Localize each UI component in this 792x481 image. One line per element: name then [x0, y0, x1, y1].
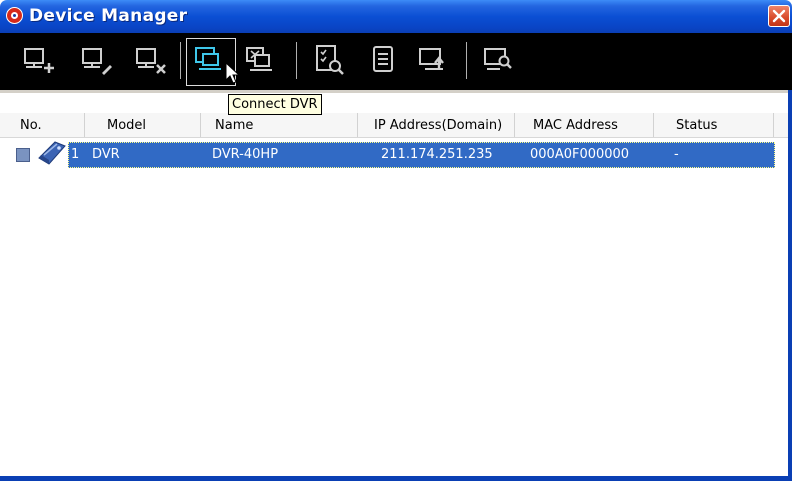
close-button[interactable] [768, 5, 790, 27]
edit-device-icon [82, 48, 112, 75]
connect-dvr-tooltip: Connect DVR [228, 94, 322, 115]
row-ip-address: 211.174.251.235 [381, 147, 493, 162]
toolbar-separator [466, 42, 467, 79]
row-status: - [674, 147, 679, 162]
row-mac-address: 000A0F000000 [530, 147, 630, 162]
table-row[interactable]: 1 DVR DVR-40HP 211.174.251.235 000A0F000… [68, 142, 775, 168]
row-model: DVR [92, 147, 120, 162]
window-bottom-border [0, 476, 792, 481]
disconnect-dvr-button[interactable] [244, 43, 278, 77]
column-header-model[interactable]: Model [85, 113, 201, 137]
upload-device-icon [419, 48, 444, 70]
add-device-icon [24, 48, 54, 73]
window-right-border [788, 90, 792, 481]
row-name: DVR-40HP [212, 147, 279, 162]
find-device-button[interactable] [482, 43, 516, 77]
column-header-name[interactable]: Name [201, 113, 358, 137]
app-logo-icon[interactable] [6, 7, 23, 24]
disconnect-dvr-icon [246, 47, 272, 71]
device-list-search-icon [316, 45, 344, 75]
toolbar-bottom-band [0, 90, 792, 93]
delete-device-button[interactable] [134, 43, 168, 77]
device-list-header: No. Model Name IP Address(Domain) MAC Ad… [0, 113, 792, 138]
document-button[interactable] [368, 43, 402, 77]
edit-device-button[interactable] [80, 43, 114, 77]
add-device-button[interactable] [22, 43, 56, 77]
toolbar [0, 33, 792, 90]
column-header-mac[interactable]: MAC Address [515, 113, 654, 137]
toolbar-separator [296, 42, 297, 79]
row-checkbox[interactable] [16, 148, 30, 162]
column-header-status[interactable]: Status [654, 113, 774, 137]
dvr-device-icon [38, 141, 66, 165]
mouse-cursor-icon [225, 62, 241, 84]
toolbar-separator [180, 42, 181, 79]
find-device-icon [484, 48, 512, 70]
column-header-no[interactable]: No. [0, 113, 85, 137]
document-icon [373, 46, 393, 72]
delete-device-icon [136, 48, 166, 74]
column-header-ip[interactable]: IP Address(Domain) [358, 113, 515, 137]
title-bar[interactable]: Device Manager [0, 0, 792, 33]
device-list-search-button[interactable] [313, 43, 347, 77]
close-icon [772, 9, 786, 23]
row-no: 1 [71, 147, 80, 162]
device-manager-window: Device Manager Connect DVR No. Model Nam… [0, 0, 792, 481]
upload-device-button[interactable] [417, 43, 451, 77]
window-title: Device Manager [29, 6, 188, 26]
